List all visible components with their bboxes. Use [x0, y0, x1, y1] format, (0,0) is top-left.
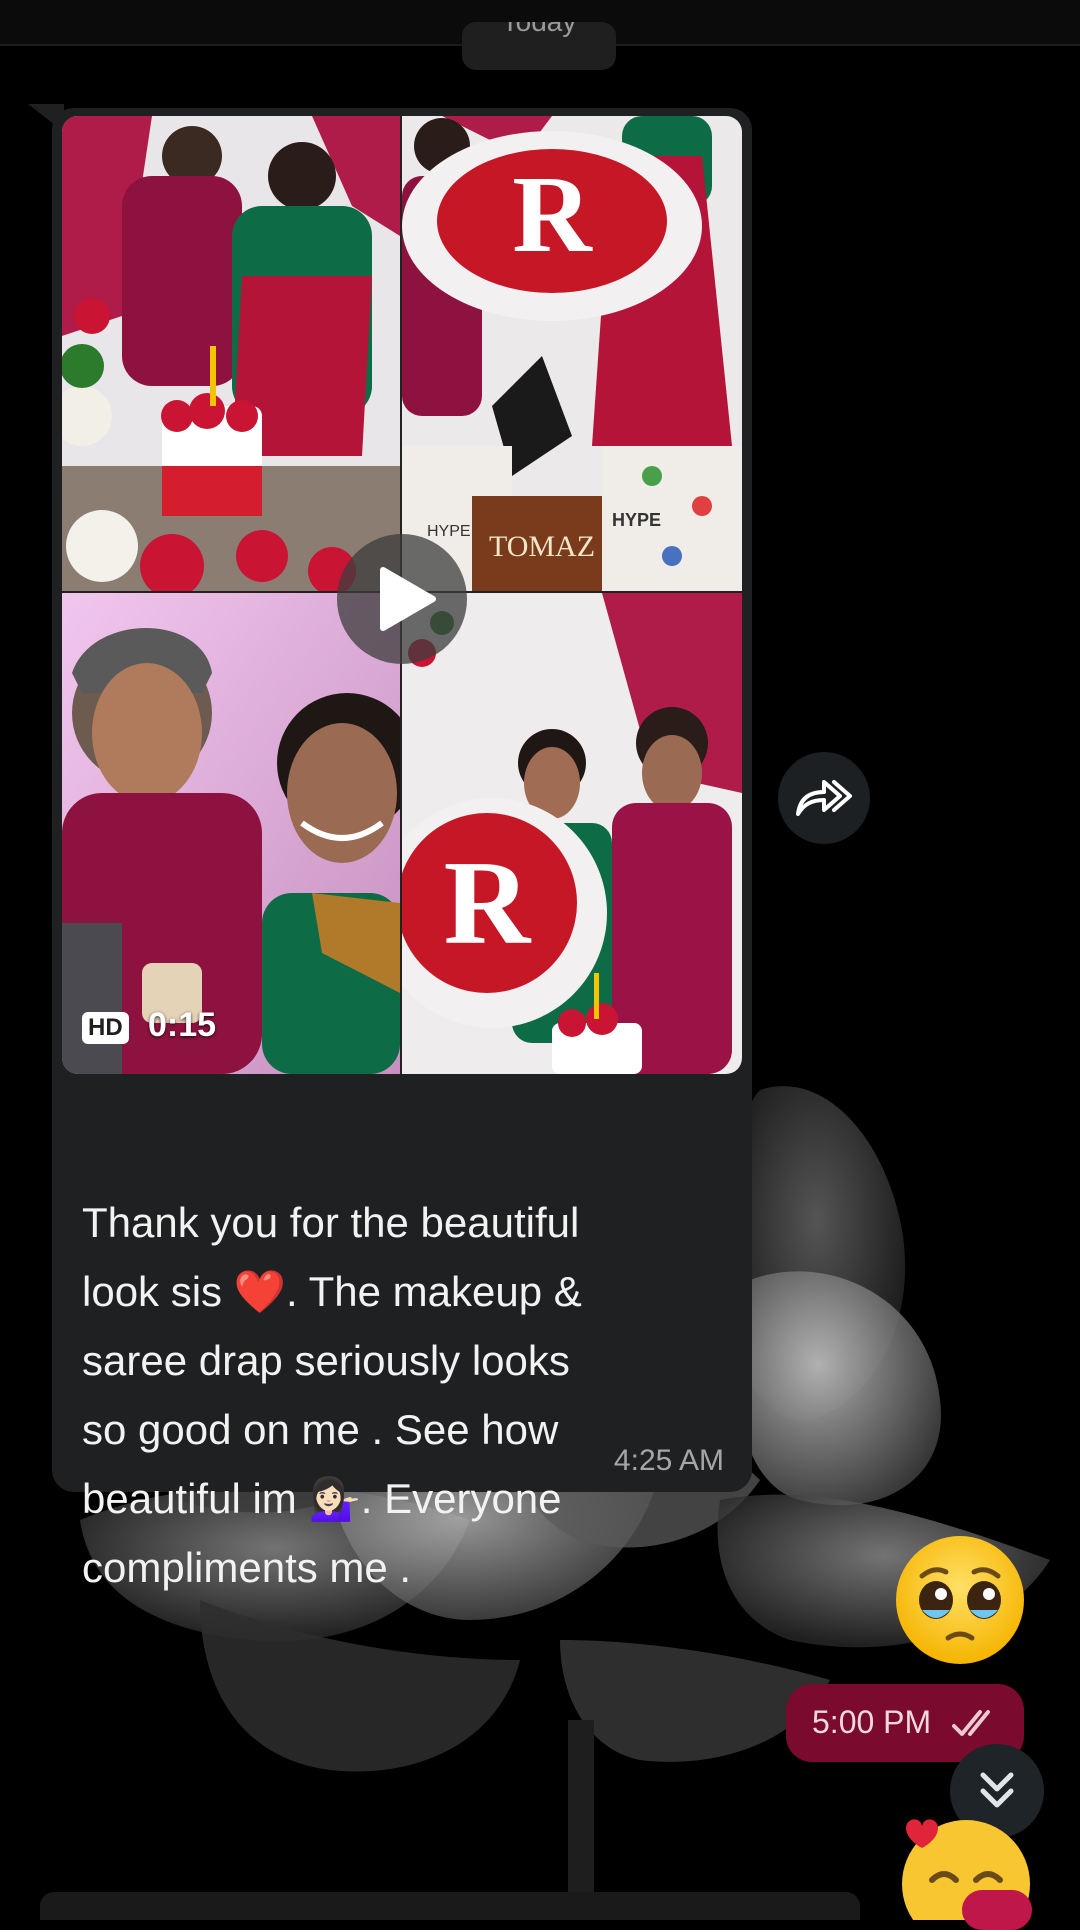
photo-tile-couple-bouquet: R	[402, 593, 742, 1074]
photo-tile-couple-smiling	[62, 593, 400, 1074]
svg-text:HYPE: HYPE	[427, 523, 471, 540]
svg-text:R: R	[512, 153, 593, 275]
photo-tile-bouquet-gift: R HYPE TOMAZ HYPE	[402, 116, 742, 591]
message-line: so good on me . See how	[82, 1406, 559, 1453]
bottom-accent	[962, 1890, 1032, 1930]
incoming-message[interactable]: R HYPE TOMAZ HYPE R HD 0:15 Thank you fo…	[52, 108, 752, 1591]
video-duration: 0:15	[148, 1006, 217, 1044]
pleading-face-emoji	[896, 1536, 1024, 1664]
message-line: beautiful im 💁🏻‍♀️. Everyone	[82, 1475, 562, 1522]
double-check-icon	[952, 1710, 990, 1736]
message-text: Thank you for the beautiful look sis ❤️.…	[82, 1188, 682, 1602]
message-line: look sis ❤️. The makeup &	[82, 1268, 582, 1315]
video-thumbnail[interactable]: R HYPE TOMAZ HYPE R HD 0:15	[62, 116, 742, 1074]
photo-tile-cake-cutting	[62, 116, 400, 591]
hd-badge: HD	[82, 1012, 129, 1044]
tomaz-bag-label: TOMAZ	[489, 530, 595, 563]
forward-button[interactable]	[778, 752, 870, 844]
play-icon	[380, 567, 436, 631]
forward-icon	[796, 780, 852, 816]
svg-text:HYPE: HYPE	[612, 510, 661, 530]
bottom-composer-edge	[40, 1892, 860, 1920]
message-line: saree drap seriously looks	[82, 1337, 570, 1384]
date-chip: Today	[462, 22, 616, 70]
message-timestamp: 4:25 AM	[613, 1444, 724, 1477]
play-button[interactable]	[337, 534, 467, 664]
message-timestamp: 5:00 PM	[812, 1704, 932, 1740]
message-line: compliments me .	[82, 1544, 412, 1591]
svg-text:R: R	[444, 836, 532, 969]
message-line: Thank you for the beautiful	[82, 1199, 580, 1246]
